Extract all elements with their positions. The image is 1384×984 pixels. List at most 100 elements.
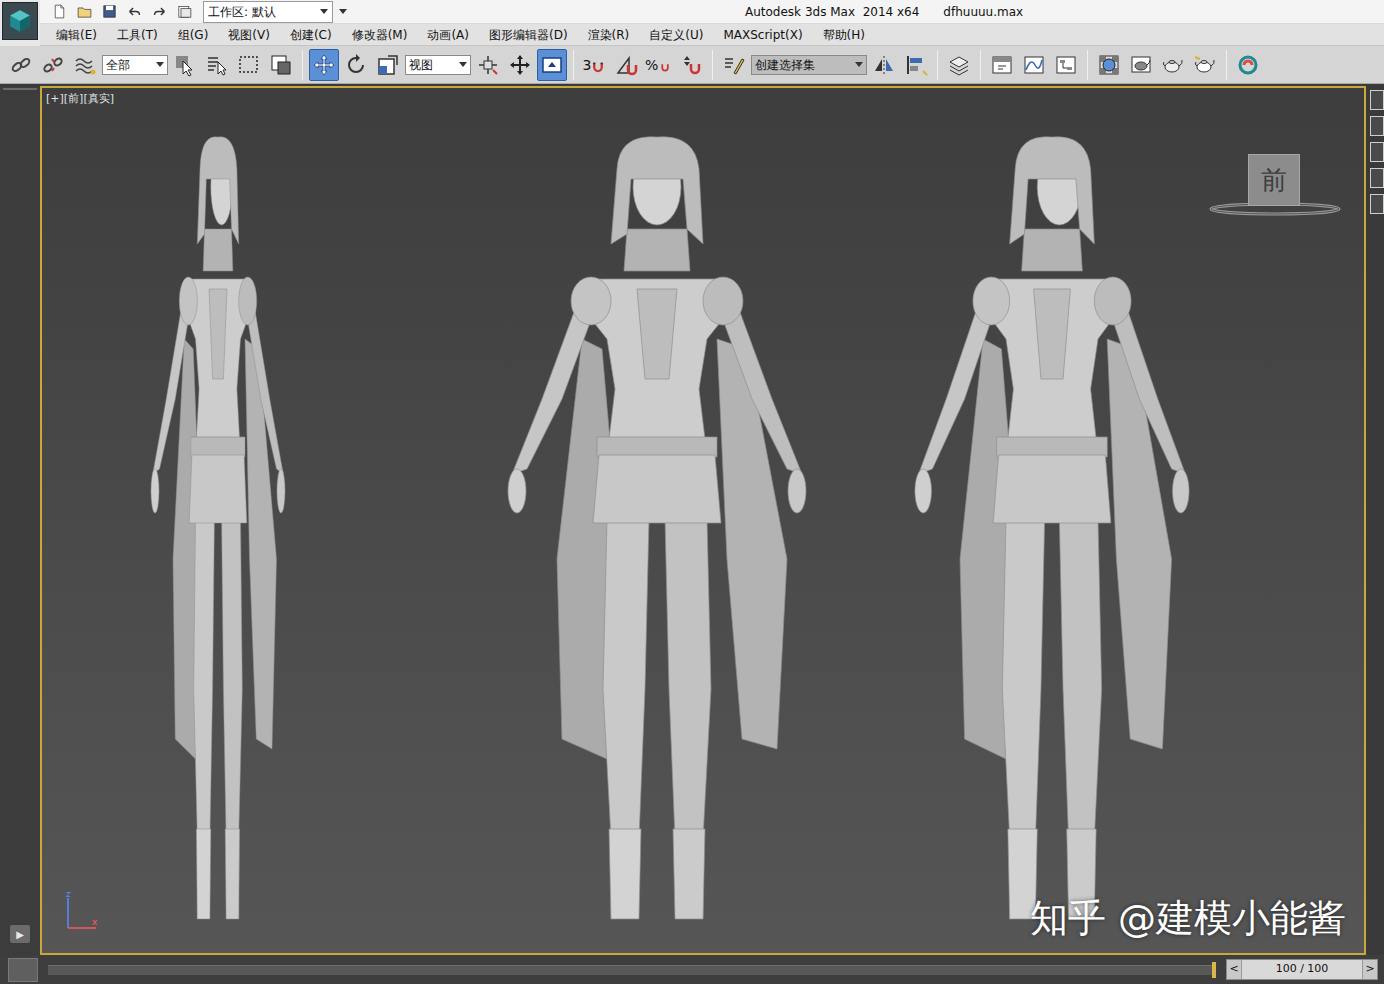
move-icon[interactable] — [312, 53, 336, 77]
project-folder-icon[interactable] — [176, 3, 193, 20]
percent-snap-button[interactable]: % — [644, 49, 674, 81]
select-manipulate-button[interactable] — [505, 49, 535, 81]
viewport-label-item[interactable]: [真实] — [83, 91, 114, 108]
rendered-frame-button[interactable] — [1158, 49, 1188, 81]
rendered-frame-icon[interactable] — [1161, 53, 1185, 77]
select-object-button[interactable] — [170, 49, 200, 81]
render-button[interactable] — [1190, 49, 1220, 81]
keyboard-shortcut-toggle-icon[interactable] — [540, 53, 564, 77]
undo-button[interactable] — [123, 2, 145, 22]
viewcube[interactable]: 前 — [1248, 154, 1300, 206]
toolbar-dropdown[interactable]: 视图 — [405, 55, 471, 75]
command-panel-tab[interactable] — [1370, 194, 1384, 214]
select-manipulate-icon[interactable] — [508, 53, 532, 77]
command-panel-tab[interactable] — [1370, 142, 1384, 162]
time-slider-knob[interactable] — [1212, 962, 1216, 978]
dropdown-caret-icon[interactable] — [156, 62, 164, 67]
layer-explorer-icon[interactable] — [947, 53, 971, 77]
scale-button[interactable] — [373, 49, 403, 81]
edit-named-sets-button[interactable] — [719, 49, 749, 81]
previous-frame-button[interactable]: < — [1227, 961, 1241, 978]
command-panel-tab[interactable] — [1370, 90, 1384, 110]
select-by-name-button[interactable] — [202, 49, 232, 81]
dropdown-caret-icon[interactable] — [855, 62, 863, 67]
mirror-button[interactable] — [869, 49, 899, 81]
menu-item[interactable]: 自定义(U) — [641, 25, 711, 45]
spinner-snap-icon[interactable] — [679, 53, 703, 77]
viewport-label-item[interactable]: [前] — [64, 91, 84, 108]
civil-view-icon[interactable] — [1236, 53, 1260, 77]
undo-icon[interactable] — [126, 3, 143, 20]
civil-view-button[interactable] — [1233, 49, 1263, 81]
rect-region-button[interactable] — [234, 49, 264, 81]
pivot-button[interactable] — [473, 49, 503, 81]
move-button[interactable] — [309, 49, 339, 81]
project-folder-button[interactable] — [173, 2, 195, 22]
spinner-snap-button[interactable] — [676, 49, 706, 81]
app-button[interactable] — [2, 2, 38, 40]
viewport-label-item[interactable]: [+] — [46, 91, 64, 108]
bind-spacewarp-button[interactable] — [70, 49, 100, 81]
keyboard-shortcut-toggle-button[interactable] — [537, 49, 567, 81]
render-setup-button[interactable] — [1126, 49, 1156, 81]
select-by-name-icon[interactable] — [205, 53, 229, 77]
unlink-icon[interactable] — [41, 53, 65, 77]
save-file-button[interactable] — [98, 2, 120, 22]
unlink-button[interactable] — [38, 49, 68, 81]
toolbar-dropdown[interactable]: 创建选择集 — [751, 55, 867, 75]
mirror-icon[interactable] — [872, 53, 896, 77]
command-panel-tab[interactable] — [1370, 168, 1384, 188]
front-viewport[interactable]: [+][前][真实]前zx知乎 @建模小能酱 — [40, 86, 1366, 955]
time-slider-track[interactable] — [48, 965, 1216, 975]
select-object-icon[interactable] — [173, 53, 197, 77]
frame-spinner[interactable]: <100 / 100> — [1226, 959, 1378, 980]
command-panel-tab[interactable] — [1370, 116, 1384, 136]
bind-spacewarp-icon[interactable] — [73, 53, 97, 77]
menu-item[interactable]: 帮助(H) — [815, 25, 873, 45]
render-icon[interactable] — [1193, 53, 1217, 77]
angle-snap-icon[interactable] — [615, 53, 639, 77]
dropdown-caret-icon[interactable] — [320, 9, 328, 14]
app-logo-icon[interactable] — [7, 8, 33, 34]
schematic-view-button[interactable] — [1051, 49, 1081, 81]
link-icon[interactable] — [9, 53, 33, 77]
dropdown-caret-icon[interactable] — [459, 62, 467, 67]
mini-listener[interactable] — [8, 958, 38, 982]
angle-snap-button[interactable] — [612, 49, 642, 81]
toolbar-dropdown[interactable]: 全部 — [102, 55, 168, 75]
layer-explorer-button[interactable] — [944, 49, 974, 81]
save-file-icon[interactable] — [101, 3, 118, 20]
open-file-icon[interactable] — [76, 3, 93, 20]
menu-item[interactable]: 视图(V) — [220, 25, 278, 45]
ribbon-toggle-button[interactable] — [987, 49, 1017, 81]
menu-item[interactable]: 渲染(R) — [580, 25, 638, 45]
viewport-label[interactable]: [+][前][真实] — [46, 91, 114, 108]
pivot-icon[interactable] — [476, 53, 500, 77]
workspace-dropdown[interactable]: 工作区: 默认 — [203, 1, 333, 23]
window-crossing-button[interactable] — [266, 49, 296, 81]
menu-item[interactable]: MAXScript(X) — [715, 25, 810, 45]
new-file-icon[interactable] — [51, 3, 68, 20]
curve-editor-icon[interactable] — [1022, 53, 1046, 77]
render-setup-icon[interactable] — [1129, 53, 1153, 77]
menu-item[interactable]: 动画(A) — [419, 25, 477, 45]
expand-button[interactable]: ▶ — [10, 925, 30, 943]
link-button[interactable] — [6, 49, 36, 81]
snap-toggle-icon[interactable] — [589, 56, 607, 74]
menu-item[interactable]: 修改器(M) — [344, 25, 416, 45]
percent-snap-icon[interactable] — [656, 56, 673, 74]
rect-region-icon[interactable] — [237, 53, 261, 77]
app-menu[interactable] — [0, 0, 40, 46]
new-file-button[interactable] — [48, 2, 70, 22]
menu-item[interactable]: 编辑(E) — [48, 25, 105, 45]
rotate-icon[interactable] — [344, 53, 368, 77]
scale-icon[interactable] — [376, 53, 400, 77]
curve-editor-button[interactable] — [1019, 49, 1049, 81]
customize-quick-access-icon[interactable] — [339, 9, 347, 14]
open-file-button[interactable] — [73, 2, 95, 22]
menu-item[interactable]: 创建(C) — [282, 25, 340, 45]
redo-button[interactable] — [148, 2, 170, 22]
ribbon-toggle-icon[interactable] — [990, 53, 1014, 77]
window-crossing-icon[interactable] — [269, 53, 293, 77]
snap-toggle-button[interactable]: 3 — [580, 49, 610, 81]
